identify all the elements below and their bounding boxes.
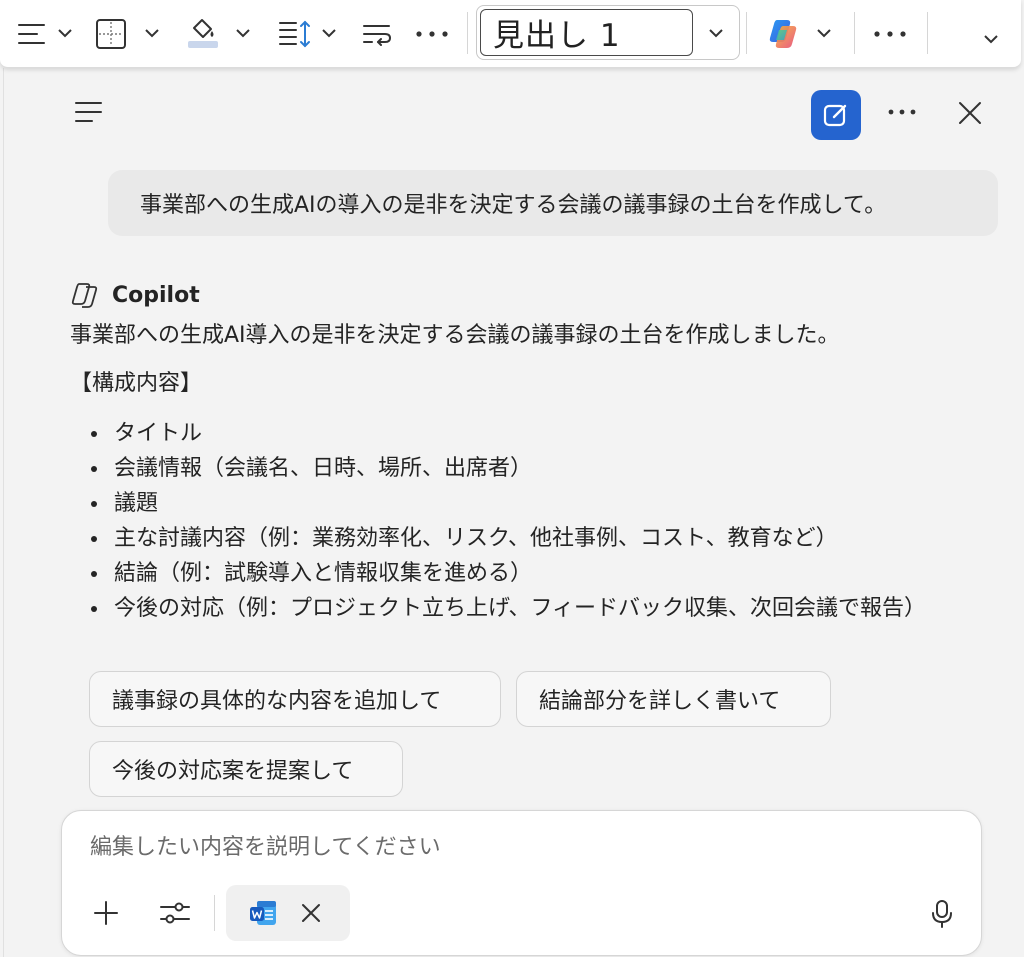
style-picker-value[interactable]: 見出し 1: [480, 9, 693, 56]
align-dropdown-chevron-icon[interactable]: [56, 24, 74, 42]
response-section-title: 【構成内容】: [70, 371, 203, 396]
shading-paint-bucket-icon[interactable]: [186, 14, 220, 50]
more-options-icon[interactable]: [412, 20, 452, 48]
more-options-icon[interactable]: [870, 20, 910, 48]
copilot-outline-icon: [71, 283, 98, 308]
copilot-response-header: Copilot: [70, 282, 200, 308]
copilot-dropdown-chevron-icon[interactable]: [815, 24, 833, 42]
shading-dropdown-chevron-icon[interactable]: [234, 24, 252, 42]
style-picker-label: 見出し 1: [493, 18, 621, 54]
list-item: 今後の対応（例：プロジェクト立ち上げ、フィードバック収集、次回会議で報告）: [70, 591, 990, 626]
line-spacing-icon[interactable]: [278, 18, 312, 50]
new-chat-button[interactable]: [811, 90, 861, 140]
list-item: タイトル: [70, 416, 990, 451]
compose-icon: [823, 104, 847, 127]
line-spacing-dropdown-chevron-icon[interactable]: [320, 24, 338, 42]
chevron-down-icon: [709, 28, 723, 37]
ribbon-toolbar: 見出し 1: [0, 0, 1021, 68]
copilot-name: Copilot: [112, 282, 200, 308]
word-document-icon: [250, 901, 276, 925]
suggestion-chip[interactable]: 議事録の具体的な内容を追加して: [89, 671, 501, 727]
toolbar-separator: [927, 12, 928, 54]
toolbar-separator: [467, 12, 468, 54]
suggestion-chip[interactable]: 今後の対応案を提案して: [89, 741, 403, 797]
more-options-icon[interactable]: [884, 100, 920, 128]
list-item: 主な討議内容（例：業務効率化、リスク、他社事例、コスト、教育など）: [70, 521, 990, 556]
close-icon[interactable]: [957, 100, 983, 130]
style-picker-dropdown[interactable]: [697, 9, 735, 56]
list-item: 議題: [70, 486, 990, 521]
wrap-text-icon[interactable]: [360, 20, 394, 48]
align-left-icon[interactable]: [16, 20, 48, 48]
toolbar-separator: [746, 12, 747, 54]
ribbon-collapse-chevron-icon[interactable]: [982, 30, 1000, 48]
borders-dropdown-chevron-icon[interactable]: [143, 24, 161, 42]
borders-icon[interactable]: [94, 17, 128, 51]
suggestion-chip[interactable]: 結論部分を詳しく書いて: [516, 671, 831, 727]
attached-document-chip: [226, 885, 350, 941]
user-message-text: 事業部への生成AIの導入の是非を決定する会議の議事録の土台を作成して。: [140, 193, 887, 218]
add-icon[interactable]: [92, 899, 120, 931]
prompt-composer: [61, 810, 982, 956]
menu-icon[interactable]: [74, 100, 104, 128]
remove-attachment-close-icon[interactable]: [300, 902, 322, 924]
prompt-input[interactable]: [90, 829, 950, 865]
toolbar-separator: [854, 12, 855, 54]
copilot-response-body: 事業部への生成AI導入の是非を決定する会議の議事録の土台を作成しました。 【構成…: [70, 320, 990, 640]
list-item: 結論（例：試験導入と情報収集を進める）: [70, 556, 990, 591]
response-bullet-list: タイトル 会議情報（会議名、日時、場所、出席者） 議題 主な討議内容（例：業務効…: [70, 416, 990, 626]
composer-separator: [214, 895, 215, 931]
copilot-pane: 事業部への生成AIの導入の是非を決定する会議の議事録の土台を作成して。 Copi…: [3, 68, 1024, 957]
copilot-logo-icon[interactable]: [764, 15, 802, 53]
settings-sliders-icon[interactable]: [159, 899, 191, 931]
list-item: 会議情報（会議名、日時、場所、出席者）: [70, 451, 990, 486]
microphone-icon[interactable]: [930, 899, 954, 933]
user-message-bubble: 事業部への生成AIの導入の是非を決定する会議の議事録の土台を作成して。: [108, 170, 998, 236]
response-intro: 事業部への生成AI導入の是非を決定する会議の議事録の土台を作成しました。: [70, 323, 840, 348]
